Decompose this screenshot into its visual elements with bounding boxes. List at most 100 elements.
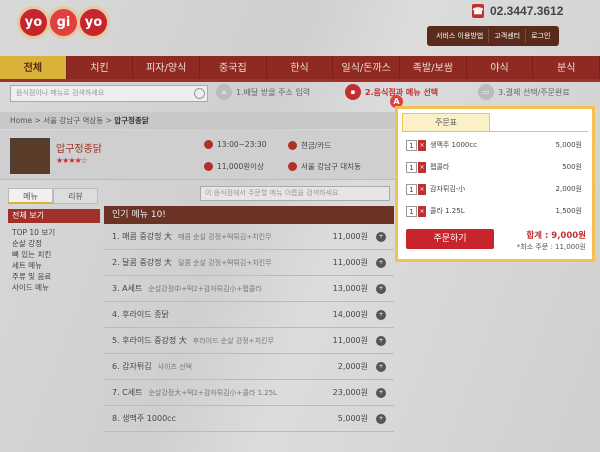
phone-icon: ☎: [472, 4, 484, 18]
quantity-field[interactable]: 1: [406, 183, 417, 195]
menu-item-name: 8. 생맥주 1000cc: [112, 414, 176, 423]
restaurant-name: 압구정종닭: [56, 144, 102, 155]
order-total: 합계 : 9,000원: [526, 231, 586, 241]
tab-menu[interactable]: 메뉴: [8, 188, 53, 204]
sidebar-item-set[interactable]: 세트 메뉴: [8, 260, 100, 271]
remove-icon[interactable]: ×: [418, 139, 426, 151]
clock-icon: [204, 140, 213, 149]
yogiyo-logo[interactable]: yo gi yo: [17, 6, 110, 44]
nav-item-all[interactable]: 전체: [0, 56, 67, 79]
sidebar-item-boneless[interactable]: 순살 강정: [8, 238, 100, 249]
payment-icon: [288, 141, 297, 150]
phone-text: 02.3447.3612: [490, 4, 564, 18]
nav-item-chicken[interactable]: 치킨: [67, 56, 134, 79]
menu-row[interactable]: 7. C세트 순살강정大+떡2+감자튀김小+콜라 1.25L 23,000원 +: [104, 380, 394, 406]
login-link[interactable]: 로그인: [526, 29, 555, 43]
category-nav: 전체 치킨 피자/양식 중국집 한식 일식/돈까스 족발/보쌈 야식 분식: [0, 56, 600, 82]
add-to-cart-icon[interactable]: +: [376, 257, 386, 268]
sidebar-item-bone-in[interactable]: 뼈 있는 치킨: [8, 249, 100, 260]
payment-text: 현금/카드: [301, 141, 332, 150]
menu-row[interactable]: 8. 생맥주 1000cc 5,000원 +: [104, 406, 394, 432]
menu-item-price: 13,000원: [332, 284, 368, 293]
won-icon: [204, 162, 213, 171]
add-to-cart-icon[interactable]: +: [376, 309, 386, 320]
sidebar-item-side[interactable]: 사이드 메뉴: [8, 282, 100, 293]
logo-part: yo: [17, 6, 50, 39]
order-button[interactable]: 주문하기: [406, 229, 494, 249]
menu-item-price: 5,000원: [337, 414, 368, 423]
sidebar-item-top10[interactable]: TOP 10 보기: [8, 227, 100, 238]
order-item-price: 500원: [562, 163, 582, 171]
menu-item-name: 6. 감자튀김: [112, 362, 152, 371]
remove-icon[interactable]: ×: [418, 161, 426, 173]
menu-item-price: 23,000원: [332, 388, 368, 397]
breadcrumb-home[interactable]: Home: [10, 116, 32, 125]
tab-review[interactable]: 리뷰: [53, 188, 98, 204]
nav-item-snack[interactable]: 분식: [533, 56, 600, 79]
search-input[interactable]: 음식점이나 메뉴로 검색하세요: [10, 85, 208, 102]
location-text: 서울 강남구 대치동: [301, 162, 361, 171]
menu-item-name: 5. 후라이드 중강정 大: [112, 336, 187, 345]
menu-item-name: 2. 달콤 중강정 大: [112, 258, 173, 267]
menu-item-desc: 달콤 순살 강정+떡튀김+치킨무: [178, 258, 272, 267]
nav-item-pizza[interactable]: 피자/양식: [133, 56, 201, 79]
search-placeholder: 음식점이나 메뉴로 검색하세요: [16, 89, 105, 97]
add-to-cart-icon[interactable]: +: [376, 387, 386, 398]
order-item-name: 콜라 1.25L: [430, 207, 465, 215]
menu-row[interactable]: 5. 후라이드 중강정 大 후라이드 순살 강정+치킨무 11,000원 +: [104, 328, 394, 354]
nav-item-late-night[interactable]: 야식: [467, 56, 534, 79]
menu-item-desc: 순살강정中+떡2+감자튀김小+펩콜라: [148, 284, 262, 293]
customer-center-link[interactable]: 고객센터: [489, 29, 527, 43]
remove-icon[interactable]: ×: [418, 183, 426, 195]
location-icon: [288, 162, 297, 171]
logo-part: gi: [47, 6, 80, 39]
nav-item-jokbal[interactable]: 족발/보쌈: [400, 56, 467, 79]
order-tab[interactable]: 주문표: [402, 113, 490, 131]
search-icon[interactable]: [194, 88, 205, 99]
menu-sidebar: 전체 보기 TOP 10 보기 순살 강정 뼈 있는 치킨 세트 메뉴 주류 및…: [8, 209, 100, 293]
menu-search-input[interactable]: 이 음식점에서 주문할 메뉴 이름을 검색하세요: [200, 186, 390, 201]
card-icon: ▭: [478, 84, 494, 100]
quantity-field[interactable]: 1: [406, 161, 417, 173]
order-item-name: 펩콜라: [430, 163, 450, 171]
quantity-field[interactable]: 1: [406, 205, 417, 217]
add-to-cart-icon[interactable]: +: [376, 413, 386, 424]
menu-item-name: 7. C세트: [112, 388, 143, 397]
menu-row[interactable]: 2. 달콤 중강정 大 달콤 순살 강정+떡튀김+치킨무 11,000원 +: [104, 250, 394, 276]
add-to-cart-icon[interactable]: +: [376, 361, 386, 372]
menu-item-name: 4. 후라이드 종닭: [112, 310, 169, 319]
menu-row[interactable]: 6. 감자튀김 사이즈 선택 2,000원 +: [104, 354, 394, 380]
min-order-info: 11,000원이상: [204, 161, 264, 172]
step-label: 3.결제 선택/주문완료: [498, 87, 570, 97]
order-item: 1 × 콜라 1.25L 1,500원: [406, 205, 586, 217]
remove-icon[interactable]: ×: [418, 205, 426, 217]
restaurant-thumbnail: [10, 138, 50, 174]
nav-item-japanese[interactable]: 일식/돈까스: [333, 56, 401, 79]
breadcrumb-current: 압구정종닭: [114, 116, 149, 125]
rating-stars: ★★★★☆: [56, 156, 88, 165]
nav-item-chinese[interactable]: 중국집: [200, 56, 267, 79]
breadcrumb-area[interactable]: 서울 강남구 역삼동: [43, 116, 103, 125]
menu-row[interactable]: 4. 후라이드 종닭 14,000원 +: [104, 302, 394, 328]
sidebar-item-all[interactable]: 전체 보기: [8, 209, 100, 223]
page: yo gi yo ☎ 02.3447.3612 서비스 이용방법 고객센터 로그…: [0, 0, 600, 452]
sidebar-item-drinks[interactable]: 주류 및 음료: [8, 271, 100, 282]
menu-item-price: 2,000원: [337, 362, 368, 371]
service-guide-link[interactable]: 서비스 이용방법: [431, 29, 490, 43]
payment-info: 현금/카드: [288, 140, 331, 151]
min-order-note: *최소 주문 : 11,000원: [516, 243, 586, 251]
order-item-price: 2,000원: [555, 185, 582, 193]
add-to-cart-icon[interactable]: +: [376, 231, 386, 242]
logo-part: yo: [77, 6, 110, 39]
menu-review-tabs: 메뉴 리뷰: [8, 188, 98, 204]
order-item-name: 감자튀김-小: [430, 185, 466, 193]
menu-item-price: 11,000원: [332, 336, 368, 345]
add-to-cart-icon[interactable]: +: [376, 335, 386, 346]
add-to-cart-icon[interactable]: +: [376, 283, 386, 294]
hours-info: 13:00~23:30: [204, 140, 267, 149]
nav-item-korean[interactable]: 한식: [267, 56, 334, 79]
menu-row[interactable]: 1. 매콤 중강정 大 매콤 순살 강정+떡튀김+치킨무 11,000원 +: [104, 224, 394, 250]
menu-row[interactable]: 3. A세트 순살강정中+떡2+감자튀김小+펩콜라 13,000원 +: [104, 276, 394, 302]
step-address: ⌂ 1.배달 받을 주소 입력: [216, 84, 310, 100]
quantity-field[interactable]: 1: [406, 139, 417, 151]
